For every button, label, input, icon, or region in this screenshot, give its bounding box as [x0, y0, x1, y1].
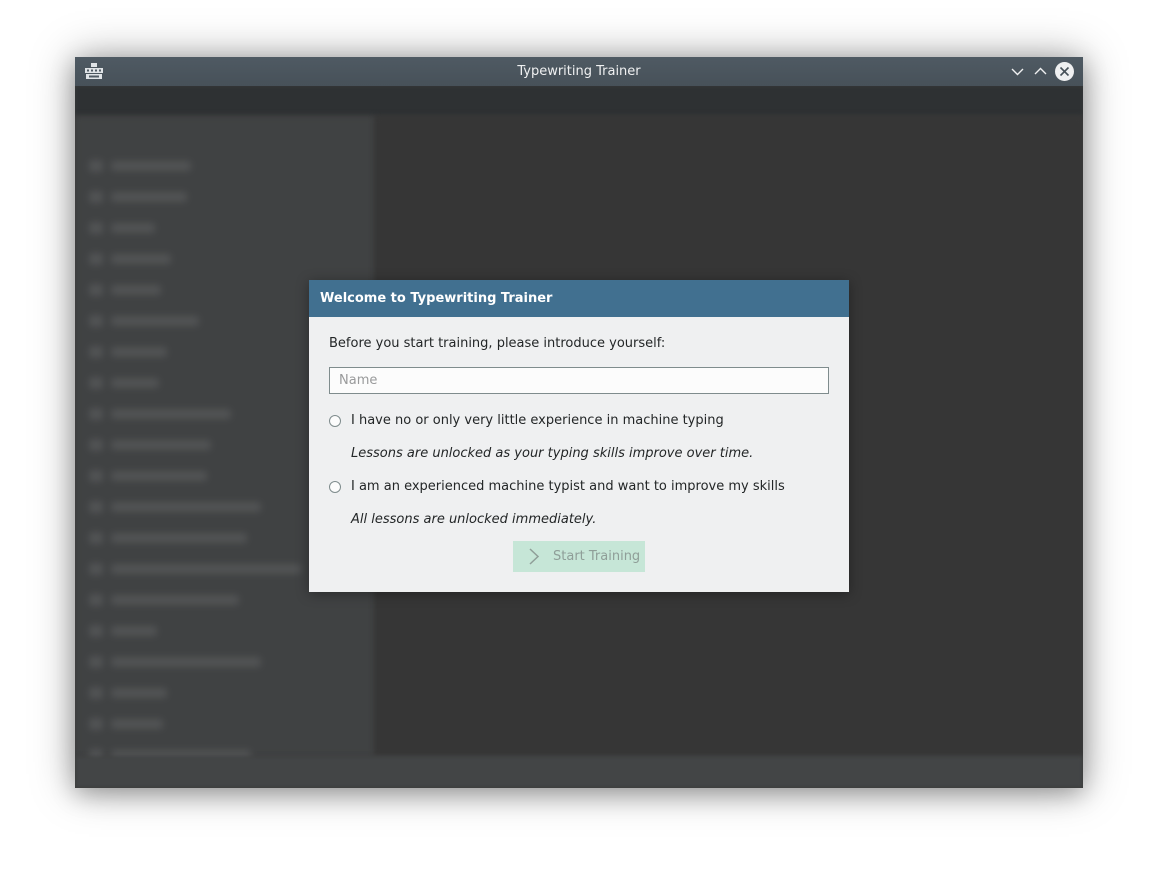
beginner-radio-button[interactable] [329, 415, 341, 427]
app-window: Typewriting Trainer Welcome to Typewriti… [75, 57, 1083, 788]
beginner-option-label[interactable]: I have no or only very little experience… [351, 413, 724, 428]
chevron-right-icon [529, 548, 540, 565]
welcome-dialog: Welcome to Typewriting Trainer Before yo… [309, 280, 849, 592]
beginner-option-description: Lessons are unlocked as your typing skil… [351, 446, 754, 461]
blurred-statusbar [75, 756, 1083, 788]
blurred-toolbar [75, 86, 1083, 116]
experienced-radio-button[interactable] [329, 481, 341, 493]
experienced-option-description: All lessons are unlocked immediately. [351, 512, 597, 527]
minimize-icon[interactable] [1008, 62, 1027, 81]
start-training-button[interactable]: Start Training [513, 541, 645, 572]
dialog-title: Welcome to Typewriting Trainer [320, 291, 553, 306]
intro-text: Before you start training, please introd… [329, 336, 666, 351]
window-title: Typewriting Trainer [517, 64, 641, 79]
start-training-label: Start Training [553, 549, 641, 564]
dialog-header: Welcome to Typewriting Trainer [309, 280, 849, 317]
maximize-icon[interactable] [1031, 62, 1050, 81]
name-input[interactable] [329, 367, 829, 394]
close-icon[interactable] [1055, 62, 1074, 81]
experienced-option-label[interactable]: I am an experienced machine typist and w… [351, 479, 785, 494]
window-titlebar[interactable]: Typewriting Trainer [75, 57, 1083, 86]
